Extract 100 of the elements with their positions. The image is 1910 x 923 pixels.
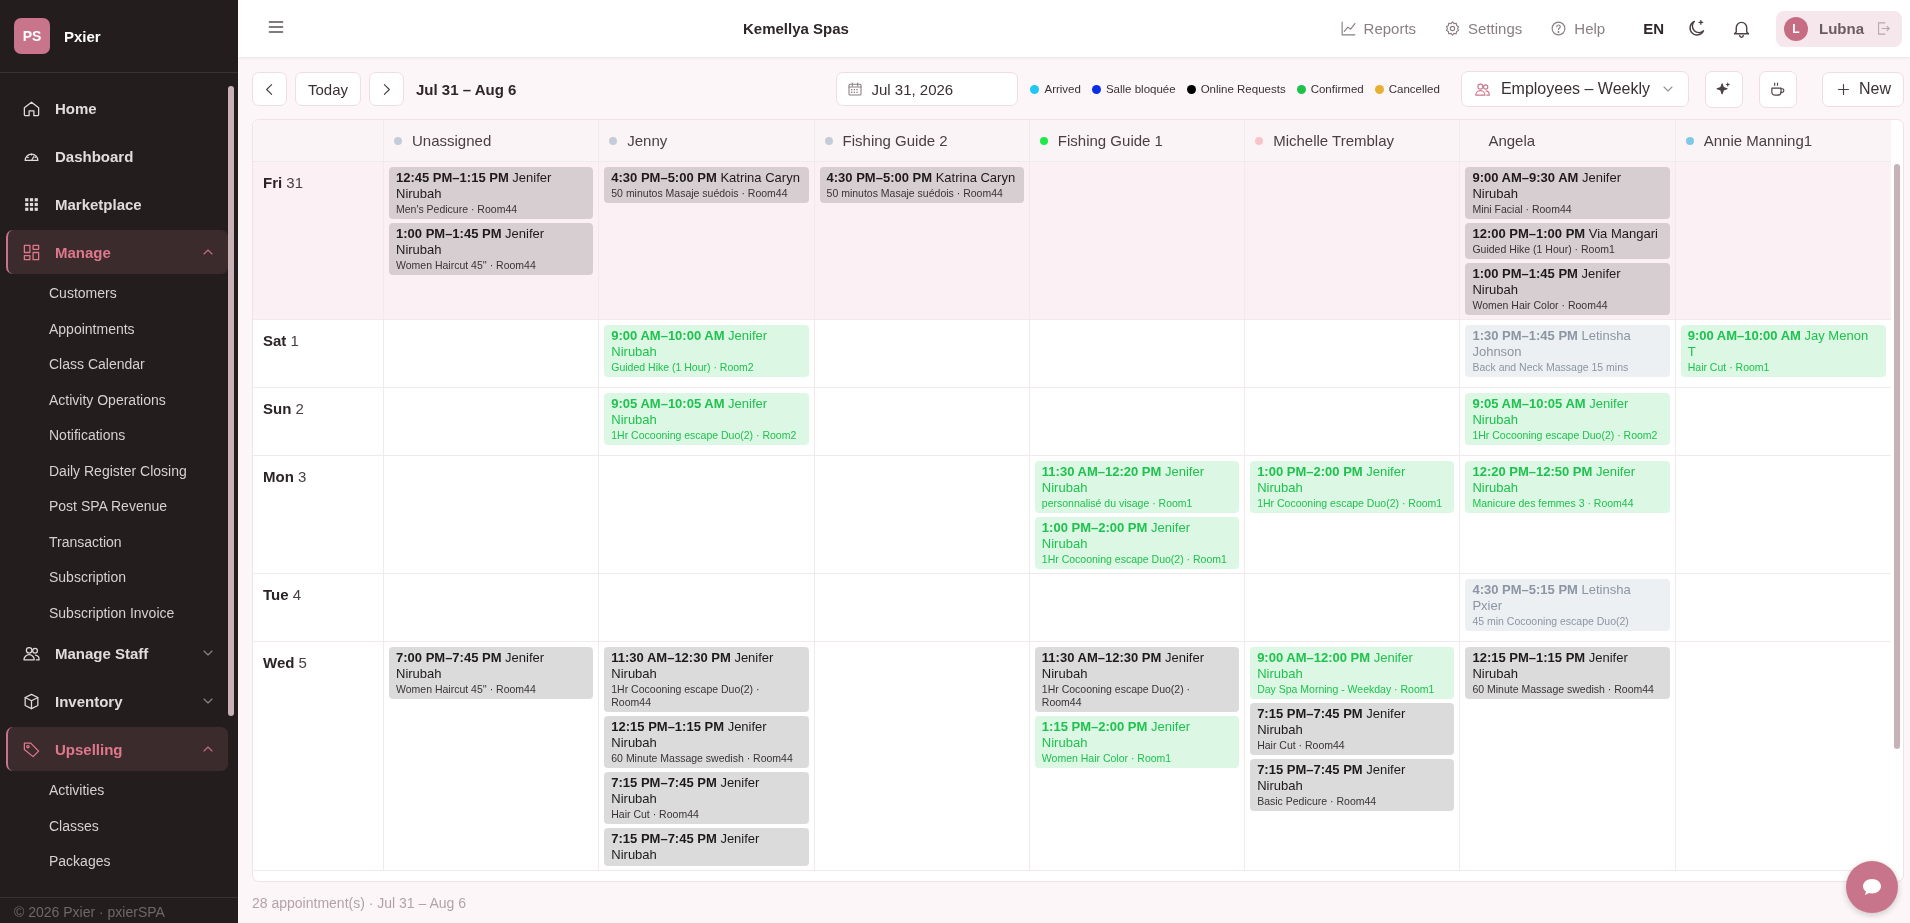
sidebar-subitem[interactable]: Post SPA Revenue	[6, 489, 228, 525]
header-link[interactable]: Reports	[1339, 20, 1417, 37]
copyright-text: © 2026 Pxier · pxierSPA	[0, 897, 238, 923]
today-button[interactable]: Today	[295, 72, 362, 106]
header-link[interactable]: Settings	[1444, 20, 1523, 37]
chat-button[interactable]	[1846, 861, 1898, 913]
appointment-card[interactable]: 7:15 PM–7:45 PM Jenifer Nirubah Basic Pedicure · Room44	[1250, 759, 1455, 811]
appointment-card[interactable]: 7:15 PM–7:45 PM Jenifer Nirubah Hair Cut · Room44	[604, 772, 809, 824]
appointment-detail: Back and Neck Massage 15 mins	[1472, 361, 1630, 374]
appointment-card[interactable]: 11:30 AM–12:30 PM Jenifer Nirubah 1Hr Cocooning escape Duo(2) · Room44	[604, 647, 809, 712]
sidebar-subitem[interactable]: Packages	[6, 844, 228, 880]
appointment-detail: Manicure des femmes 3 · Room44	[1472, 497, 1635, 510]
appointment-detail: 1Hr Cocooning escape Duo(2) · Room1	[1041, 553, 1228, 566]
appointment-detail: Guided Hike (1 Hour) · Room1	[1472, 243, 1616, 256]
appointment-detail: Women Haircut 45'' · Room44	[396, 683, 537, 696]
header-link[interactable]: Help	[1550, 20, 1606, 37]
sparkle-button[interactable]	[1705, 70, 1743, 108]
appointment-card[interactable]: 12:00 PM–1:00 PM Via Mangari Guided Hike (1 Hour) · Room1	[1465, 223, 1670, 259]
scrollbar[interactable]	[228, 86, 234, 716]
sidebar-item[interactable]: Upselling	[6, 727, 228, 771]
legend-label: Online Requests	[1200, 83, 1286, 95]
sidebar-item[interactable]: Manage Staff	[6, 631, 228, 675]
appointment-title: 4:30 PM–5:15 PM Letinsha Pxier	[1472, 582, 1632, 614]
logo-badge: PS	[14, 18, 50, 54]
new-button[interactable]: New	[1822, 71, 1904, 107]
appointment-title: 9:05 AM–10:05 AM Jenifer Nirubah	[611, 396, 769, 428]
sidebar-subitem[interactable]: Activity Operations	[6, 382, 228, 418]
appointment-count: 28 appointment(s) · Jul 31 – Aug 6	[252, 894, 467, 911]
appointment-card[interactable]: 1:00 PM–1:45 PM Jenifer Nirubah Women Hair Color · Room44	[1465, 263, 1670, 315]
logout-icon[interactable]	[1875, 20, 1892, 37]
view-dropdown[interactable]: Employees – Weekly	[1460, 71, 1689, 107]
appointment-title: 1:00 PM–1:45 PM Jenifer Nirubah	[1472, 266, 1622, 298]
appointment-detail: 60 Minute Massage swedish · Room44	[1472, 683, 1655, 696]
moon-icon[interactable]	[1686, 18, 1707, 39]
sidebar-item[interactable]: Inventory	[6, 679, 228, 723]
column-title: Unassigned	[412, 132, 492, 149]
appointment-title: 9:00 AM–10:00 AM Jenifer Nirubah	[611, 328, 769, 360]
user-menu[interactable]: L Lubna	[1776, 10, 1902, 47]
appointment-card[interactable]: 12:45 PM–1:15 PM Jenifer Nirubah Men's Pedicure · Room44	[389, 167, 594, 219]
appointment-card[interactable]: 11:30 AM–12:30 PM Jenifer Nirubah 1Hr Cocooning escape Duo(2) · Room44	[1034, 647, 1240, 712]
column-title: Fishing Guide 1	[1057, 132, 1163, 149]
sidebar-item[interactable]: Dashboard	[6, 134, 228, 178]
appointment-detail: Men's Pedicure · Room44	[396, 203, 519, 216]
sidebar-item[interactable]: Manage	[6, 230, 228, 274]
column-title: Annie Manning1	[1703, 132, 1813, 149]
appointment-title: 11:30 AM–12:30 PM Jenifer Nirubah	[1041, 650, 1205, 682]
appointment-card[interactable]: 1:00 PM–1:45 PM Jenifer Nirubah Women Haircut 45'' · Room44	[389, 223, 594, 275]
sidebar-subitem[interactable]: Class Calendar	[6, 347, 228, 383]
user-name: Lubna	[1819, 20, 1864, 37]
appointment-card[interactable]: 12:15 PM–1:15 PM Jenifer Nirubah 60 Minute Massage swedish · Room44	[1465, 647, 1670, 699]
day-label: Mon 3	[263, 468, 308, 485]
appointment-title: 12:00 PM–1:00 PM Via Mangari	[1472, 226, 1659, 242]
appointment-detail: Hair Cut · Room44	[611, 808, 700, 821]
box-icon	[22, 691, 41, 711]
appointment-title: 9:00 AM–9:30 AM Jenifer Nirubah	[1472, 170, 1623, 202]
sidebar-subitem[interactable]: Appointments	[6, 311, 228, 347]
appointment-card[interactable]: 9:00 AM–9:30 AM Jenifer Nirubah Mini Facial · Room44	[1465, 167, 1670, 219]
sidebar-subitem[interactable]: Subscription Invoice	[6, 595, 228, 631]
day-label: Sun 2	[263, 400, 305, 417]
appointment-title: 4:30 PM–5:00 PM Katrina Caryn	[611, 170, 801, 186]
appointment-card[interactable]: 4:30 PM–5:00 PM Katrina Caryn 50 minutos Masaje suédois · Room44	[604, 167, 809, 203]
date-field[interactable]: Jul 31, 2026	[836, 72, 1019, 106]
sidebar-subitem[interactable]: Daily Register Closing	[6, 453, 228, 489]
scrollbar[interactable]	[1894, 164, 1900, 749]
appointment-detail: Mini Facial · Room44	[1472, 203, 1573, 216]
home-icon	[22, 98, 41, 118]
appointment-card[interactable]: 7:00 PM–7:45 PM Jenifer Nirubah Women Haircut 45'' · Room44	[389, 647, 594, 699]
appointment-card[interactable]: 7:15 PM–7:45 PM Jenifer Nirubah Hair Cut · Room44	[1250, 703, 1455, 755]
appointment-detail: Day Spa Morning - Weekday · Room1	[1257, 683, 1436, 696]
sidebar-subitem[interactable]: Customers	[6, 276, 228, 312]
sidebar-subitem[interactable]: Classes	[6, 808, 228, 844]
appointment-card[interactable]: 12:15 PM–1:15 PM Jenifer Nirubah 60 Minute Massage swedish · Room44	[604, 716, 809, 768]
sidebar-subitem[interactable]: Subscription	[6, 560, 228, 596]
appointment-card[interactable]: 7:15 PM–7:45 PM Jenifer Nirubah	[604, 828, 809, 866]
coffee-button[interactable]	[1759, 70, 1797, 108]
column-title: Jenny	[627, 132, 668, 149]
sidebar-subitem[interactable]: Activities	[6, 773, 228, 809]
column-title: Fishing Guide 2	[842, 132, 948, 149]
legend-label: Salle bloquée	[1105, 83, 1176, 95]
appointment-title: 1:30 PM–1:45 PM Letinsha Johnson	[1472, 328, 1632, 360]
appointment-title: 11:30 AM–12:20 PM Jenifer Nirubah	[1041, 464, 1205, 496]
appointment-title: 7:15 PM–7:45 PM Jenifer Nirubah	[611, 775, 761, 807]
sidebar-item[interactable]: Home	[6, 86, 228, 130]
appointment-card[interactable]: 4:30 PM–5:00 PM Katrina Caryn 50 minutos Masaje suédois · Room44	[819, 167, 1024, 203]
appointment-title: 1:00 PM–2:00 PM Jenifer Nirubah	[1041, 520, 1191, 552]
sidebar-subitem[interactable]: Notifications	[6, 418, 228, 454]
appointment-detail: Hair Cut · Room1	[1687, 361, 1771, 374]
appointment-title: 12:15 PM–1:15 PM Jenifer Nirubah	[1472, 650, 1629, 682]
appointment-detail: 1Hr Cocooning escape Duo(2) · Room2	[1472, 429, 1659, 442]
cup-icon	[1769, 80, 1787, 98]
sidebar-subitem[interactable]: Transaction	[6, 524, 228, 560]
sidebar-item[interactable]: Marketplace	[6, 182, 228, 226]
day-label: Tue 4	[263, 586, 303, 603]
language-selector[interactable]: EN	[1643, 20, 1664, 37]
appointment-title: 9:00 AM–12:00 PM Jenifer Nirubah	[1257, 650, 1414, 682]
legend-label: Confirmed	[1310, 83, 1364, 95]
appointment-detail: 1Hr Cocooning escape Duo(2) · Room44	[611, 683, 761, 709]
appointment-detail: Women Hair Color · Room1	[1041, 752, 1173, 765]
appointment-detail: personnalisé du visage · Room1	[1041, 497, 1194, 510]
appointment-detail: 1Hr Cocooning escape Duo(2) · Room44	[1041, 683, 1192, 709]
